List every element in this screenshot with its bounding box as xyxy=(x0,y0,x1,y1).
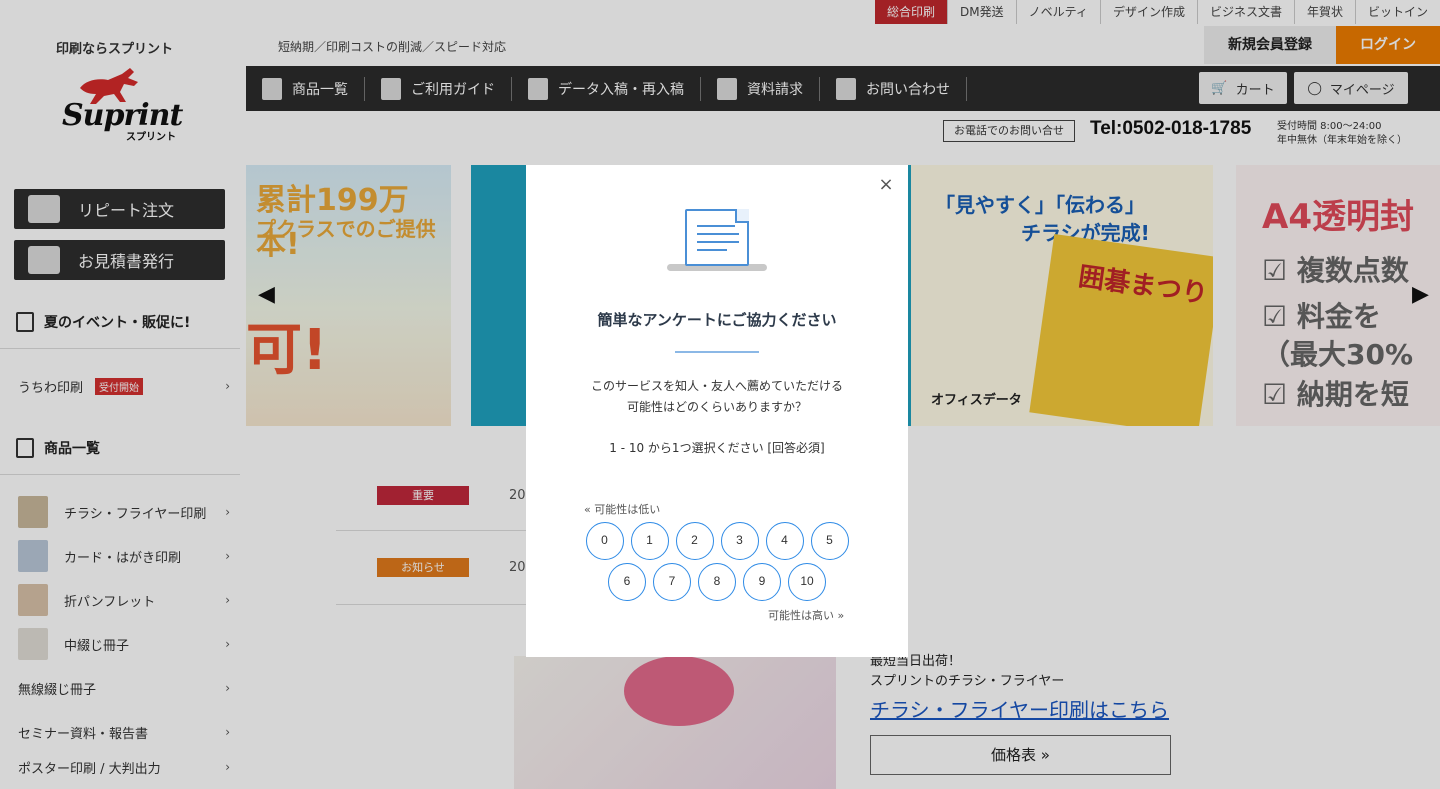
survey-question: 可能性はどのくらいありますか？ xyxy=(626,400,807,414)
rating-button-10[interactable]: 10 xyxy=(788,563,826,601)
rating-button-4[interactable]: 4 xyxy=(765,522,804,560)
close-icon[interactable]: × xyxy=(876,175,896,195)
rating-button-7[interactable]: 7 xyxy=(653,563,691,601)
paper-fold xyxy=(735,209,749,223)
rating-button-9[interactable]: 9 xyxy=(743,563,781,601)
scale-high-label: 可能性は高い » xyxy=(768,609,845,622)
rating-button-0[interactable]: 0 xyxy=(585,522,624,560)
rating-button-1[interactable]: 1 xyxy=(630,522,669,560)
scale-low-label: « 可能性は低い xyxy=(584,503,661,516)
rating-button-3[interactable]: 3 xyxy=(720,522,759,560)
rating-button-6[interactable]: 6 xyxy=(608,563,646,601)
rating-row: 0 1 2 3 4 5 xyxy=(526,522,908,560)
rating-button-8[interactable]: 8 xyxy=(698,563,736,601)
rating-button-5[interactable]: 5 xyxy=(810,522,849,560)
survey-question: このサービスを知人・友人へ薦めていただける xyxy=(590,379,843,393)
rating-row: 6 7 8 9 10 xyxy=(526,563,908,601)
paper-line xyxy=(697,225,735,227)
paper-line xyxy=(697,249,727,251)
document-illustration-icon xyxy=(667,209,767,271)
title-underline xyxy=(675,351,759,353)
paper-line xyxy=(697,233,739,235)
survey-instruction: 1 - 10 から1つ選択ください [回答必須] xyxy=(609,441,825,455)
rating-button-2[interactable]: 2 xyxy=(675,522,714,560)
paper-shape xyxy=(685,209,749,266)
survey-title: 簡単なアンケートにご協力ください xyxy=(597,311,837,329)
survey-modal: × 簡単なアンケートにご協力ください このサービスを知人・友人へ薦めていただける… xyxy=(526,165,908,657)
paper-line xyxy=(697,241,739,243)
